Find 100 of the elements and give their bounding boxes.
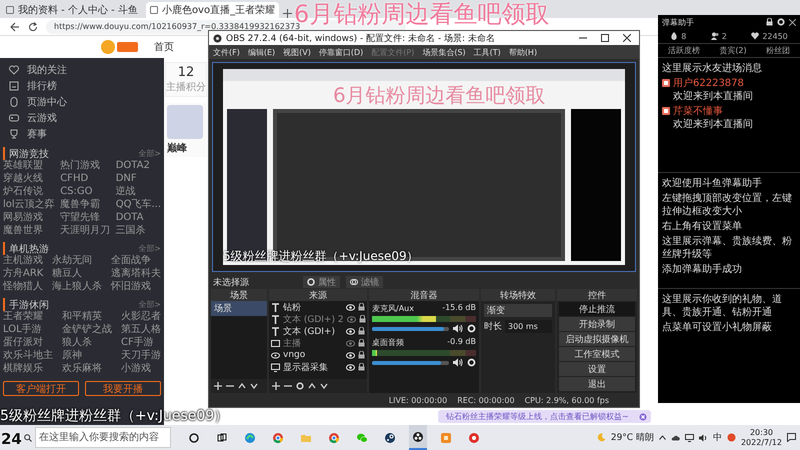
game-link[interactable]: 主机游戏 — [3, 255, 44, 267]
game-link[interactable]: 炉石传说 — [3, 186, 55, 198]
game-link[interactable]: 海上狼人杀 — [52, 281, 102, 293]
record-app-icon[interactable] — [412, 430, 424, 442]
game-link[interactable]: 三国杀 — [116, 225, 161, 237]
source-item[interactable]: vngo — [269, 349, 367, 361]
new-tab-icon[interactable] — [283, 9, 292, 18]
move-up-icon[interactable] — [308, 382, 316, 390]
game-link[interactable]: 网易游戏 — [3, 212, 55, 224]
cloud-icon[interactable] — [670, 434, 680, 441]
maximize-icon[interactable] — [601, 34, 609, 42]
lock-icon[interactable] — [358, 339, 365, 347]
game-link[interactable]: 小游戏 — [121, 363, 161, 375]
move-down-icon[interactable] — [320, 382, 328, 390]
speaker-icon[interactable] — [453, 324, 463, 333]
menu-item[interactable]: 编辑(E) — [248, 46, 276, 58]
close-icon[interactable] — [623, 34, 631, 42]
game-link[interactable]: 逆战 — [116, 186, 161, 198]
menu-item[interactable]: 帮助(H) — [508, 46, 538, 58]
lock-icon[interactable] — [358, 315, 366, 323]
app-icon[interactable] — [726, 433, 736, 442]
game-link[interactable]: 魔兽世界 — [3, 225, 55, 237]
control-button[interactable]: 工作室模式 — [559, 347, 635, 361]
speaker-icon[interactable] — [453, 358, 463, 367]
speaker-icon[interactable] — [698, 434, 708, 442]
circle-icon[interactable] — [188, 432, 200, 444]
lock-icon[interactable] — [358, 351, 365, 359]
browser-tab[interactable]: 我的资料 - 个人中心 - 斗鱼 — [2, 2, 142, 18]
sidebar-button[interactable]: 客户端打开 — [3, 381, 79, 396]
move-up-icon[interactable] — [238, 382, 246, 390]
menu-item[interactable]: 文件(F) — [213, 46, 240, 58]
game-link[interactable]: 方舟ARK — [3, 268, 44, 280]
sidebar-item[interactable]: 页游中心 — [3, 94, 161, 110]
game-link[interactable]: DOTA2 — [116, 160, 161, 172]
panel-tab[interactable]: 活跃度榜 — [668, 45, 700, 56]
user-name[interactable]: 用户62223878 — [673, 78, 744, 89]
more-link[interactable]: 全部> — [138, 243, 161, 254]
sidebar-item[interactable]: 云游戏 — [3, 110, 161, 126]
game-link[interactable]: 逃离塔科夫 — [110, 268, 161, 280]
game-link[interactable]: 欢乐斗地主 — [3, 350, 53, 362]
more-link[interactable]: 全部> — [138, 148, 161, 159]
transition-dropdown[interactable]: 渐变 — [484, 304, 552, 317]
lock-icon[interactable] — [766, 18, 773, 26]
game-link[interactable]: 原神 — [62, 350, 112, 362]
reload-icon[interactable] — [28, 22, 38, 32]
game-link[interactable]: 怪物猎人 — [3, 281, 44, 293]
sidebar-item[interactable]: 我的关注 — [3, 62, 161, 78]
game-link[interactable]: 怀旧游戏 — [110, 281, 161, 293]
back-icon[interactable] — [10, 22, 20, 32]
gear-icon[interactable] — [467, 358, 476, 367]
menu-item[interactable]: 工具(T) — [474, 46, 501, 58]
game-link[interactable]: 糖豆人 — [52, 268, 102, 280]
game-link[interactable]: 王者荣耀 — [3, 311, 53, 323]
game-link[interactable]: 魔兽争霸 — [60, 199, 110, 211]
game-link[interactable]: QQ飞车... — [116, 199, 161, 211]
source-item[interactable]: 文本 (GDI+) 2 — [269, 313, 367, 325]
toolbar-button[interactable]: 滤镜 — [346, 276, 383, 288]
volume-slider[interactable] — [372, 326, 449, 330]
control-button[interactable]: 启动虚拟摄像机 — [559, 332, 635, 346]
game-link[interactable]: CS:GO — [60, 186, 110, 198]
search-field[interactable]: 在这里输入你要搜索的内容 — [35, 427, 171, 448]
game-link[interactable]: lol云顶之弈 — [3, 199, 55, 211]
game-link[interactable]: 穿越火线 — [3, 173, 55, 185]
game-link[interactable]: DNF — [116, 173, 161, 185]
control-button[interactable]: 设置 — [559, 362, 635, 376]
gear-icon[interactable] — [296, 382, 304, 390]
browser-icon[interactable] — [272, 432, 284, 444]
lock-icon[interactable] — [358, 363, 365, 371]
menu-item[interactable]: 场景集合(S) — [422, 46, 466, 58]
control-button[interactable]: 退出 — [559, 377, 635, 391]
task-view-icon[interactable] — [216, 432, 228, 444]
game-link[interactable]: CF手游 — [121, 337, 161, 349]
game-link[interactable]: 狼人杀 — [62, 337, 112, 349]
sidebar-button[interactable]: 我要开播 — [85, 381, 161, 396]
move-down-icon[interactable] — [250, 382, 258, 390]
game-link[interactable]: DOTA — [116, 212, 161, 224]
menu-item[interactable]: 停靠窗口(D) — [318, 46, 364, 58]
swirl-icon[interactable] — [244, 432, 256, 444]
game-link[interactable]: 全面战争 — [110, 255, 161, 267]
network-icon[interactable] — [684, 434, 694, 442]
game-link[interactable]: 火影忍者 — [121, 311, 161, 323]
source-item[interactable]: 主播 — [269, 337, 367, 349]
game-link[interactable]: 英雄联盟 — [3, 160, 55, 172]
game-link[interactable]: 棋牌娱乐 — [3, 363, 53, 375]
game-link[interactable]: 永劫无间 — [52, 255, 102, 267]
more-link[interactable]: 全部> — [138, 299, 161, 310]
notification-icon[interactable] — [787, 433, 796, 442]
game-link[interactable]: 金铲铲之战 — [62, 324, 112, 336]
game-link[interactable]: 和平精英 — [62, 311, 112, 323]
game-link[interactable]: LOL手游 — [3, 324, 53, 336]
lock-icon[interactable] — [358, 303, 365, 311]
game-link[interactable]: 欢乐麻将 — [62, 363, 112, 375]
game-link[interactable]: 天涯明月刀 — [60, 225, 110, 237]
panel-tab[interactable]: 粉丝团 — [766, 45, 790, 56]
game-link[interactable]: 热门游戏 — [60, 160, 110, 172]
sidebar-item[interactable]: 排行榜 — [3, 78, 161, 94]
nav-link[interactable]: 首页 — [154, 40, 174, 54]
close-icon[interactable] — [789, 18, 796, 26]
game-link[interactable]: 守望先锋 — [60, 212, 110, 224]
ime-indicator[interactable]: 中 — [712, 431, 722, 444]
